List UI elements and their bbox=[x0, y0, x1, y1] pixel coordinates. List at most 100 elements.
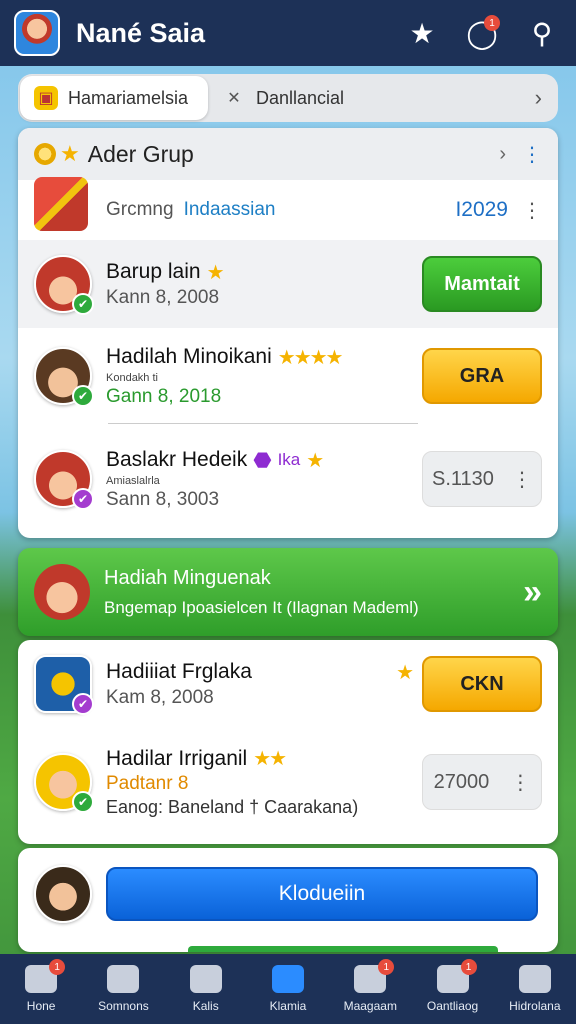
promo-banner[interactable]: Hadiah Minguenak Bngemap Ipoasielcen It … bbox=[18, 548, 558, 636]
more-vertical-icon[interactable]: ⋮ bbox=[522, 198, 542, 223]
list-item[interactable]: ✔ Baslakr Hedeik ⬣ Ika ★ Amiaslalrla San… bbox=[18, 424, 558, 534]
group-card-title: Ader Grup bbox=[87, 140, 194, 167]
primary-button[interactable]: Klodueiin bbox=[106, 867, 538, 921]
more-vertical-icon[interactable]: ⋮ bbox=[510, 770, 530, 795]
tab-danllancial[interactable]: ✕ Danllancial bbox=[208, 76, 358, 120]
promo-value: I2029 bbox=[455, 198, 508, 221]
nav-label: Maagaam bbox=[343, 999, 397, 1013]
nav-item-somnons[interactable]: Somnons bbox=[85, 965, 161, 1013]
row-value: 27000 bbox=[433, 770, 490, 793]
top-app-bar: Nané Saia ★ ◯ 1 ⚲ bbox=[0, 0, 576, 66]
banner-title: Hadiah Minguenak bbox=[104, 566, 271, 589]
bottom-navigation: 1 Hone Somnons Kalis Klamia 1 Maagaam 1 … bbox=[0, 954, 576, 1024]
row-title: Baslakr Hedeik ⬣ Ika ★ bbox=[106, 448, 422, 473]
row-title-text: Baslakr Hedeik bbox=[106, 448, 248, 471]
notification-badge: 1 bbox=[484, 15, 500, 31]
row-value: S.1130 bbox=[432, 467, 494, 490]
avatar: ✔ bbox=[34, 753, 94, 813]
avatar: ✔ bbox=[34, 347, 94, 407]
search-icon[interactable]: ⚲ bbox=[522, 13, 562, 53]
nav-label: Somnons bbox=[98, 999, 149, 1013]
nav-item-hidrolana[interactable]: Hidrolana bbox=[497, 965, 573, 1013]
nav-badge: 1 bbox=[378, 959, 395, 975]
row-date: Sann 8, 3003 bbox=[106, 488, 220, 510]
nav-badge: 1 bbox=[460, 959, 477, 975]
check-icon: ✔ bbox=[72, 293, 94, 315]
partial-green-bar bbox=[188, 946, 498, 952]
check-icon: ✔ bbox=[72, 693, 94, 715]
star-badge-icon: ★ bbox=[306, 449, 324, 472]
action-card: Klodueiin bbox=[18, 848, 558, 952]
row-subtitle: Padtanr 8 bbox=[106, 773, 189, 794]
action-button[interactable]: CKN bbox=[422, 656, 542, 712]
action-row: Klodueiin bbox=[18, 848, 558, 940]
folder-icon: ▣ bbox=[34, 86, 58, 110]
row-subtitle: Amiaslalrla bbox=[106, 474, 160, 487]
row-text: Hadilah Minoikani ★★★★ Kondakh ti Gann 8… bbox=[106, 345, 422, 408]
row-date: Gann 8, 2018 bbox=[106, 385, 222, 407]
list-item[interactable]: ✔ Hadiiiat Frglaka ★ Kam 8, 2008 CKN bbox=[18, 640, 558, 728]
chevron-right-icon[interactable]: › bbox=[535, 85, 542, 111]
group-card-header: ★ Ader Grup › ⋮ bbox=[18, 128, 558, 180]
nav-label: Klamia bbox=[269, 999, 307, 1013]
promo-row[interactable]: Grcmng Indaassian I2029 ⋮ bbox=[18, 177, 558, 240]
avatar: ✔ bbox=[34, 655, 94, 715]
nav-label: Oantliaog bbox=[426, 999, 479, 1013]
tools-icon: ✕ bbox=[227, 90, 241, 107]
avatar: ✔ bbox=[34, 450, 94, 510]
row-text: Hadiiiat Frglaka ★ Kam 8, 2008 bbox=[106, 660, 422, 709]
row-title-text: Hadilar Irriganil bbox=[106, 746, 248, 770]
action-button[interactable]: Mamtait bbox=[422, 256, 542, 312]
action-button[interactable]: GRA bbox=[422, 348, 542, 404]
promo-label: Grcmng bbox=[106, 199, 174, 220]
gem-icon: ⬣ bbox=[253, 448, 272, 472]
star-icon: ★ bbox=[60, 141, 80, 166]
app-logo[interactable] bbox=[14, 10, 60, 56]
more-vertical-icon[interactable]: ⋮ bbox=[512, 467, 532, 492]
nav-item-klamia[interactable]: Klamia bbox=[250, 965, 326, 1013]
avatar bbox=[34, 865, 92, 923]
more-vertical-icon[interactable]: ⋮ bbox=[522, 142, 542, 167]
promo-link[interactable]: Indaassian bbox=[184, 199, 456, 221]
value-box[interactable]: 27000 ⋮ bbox=[422, 754, 542, 810]
banner-text: Hadiah Minguenak Bngemap Ipoasielcen It … bbox=[104, 567, 523, 618]
row-text: Barup lain ★ Kann 8, 2008 bbox=[106, 260, 422, 309]
profile-icon bbox=[518, 965, 551, 993]
gamepad-icon bbox=[107, 965, 140, 993]
star-icon: ★ bbox=[396, 661, 414, 684]
rating-stars: ★★★★ bbox=[277, 346, 344, 369]
row-title: Barup lain ★ bbox=[106, 260, 422, 285]
nav-label: Kalis bbox=[192, 999, 219, 1013]
chat-icon bbox=[271, 965, 304, 993]
value-box[interactable]: S.1130 ⋮ bbox=[422, 451, 542, 507]
row-title: Hadilah Minoikani ★★★★ bbox=[106, 345, 422, 370]
row-text: Baslakr Hedeik ⬣ Ika ★ Amiaslalrla Sann … bbox=[106, 448, 422, 511]
chevron-right-icon[interactable]: › bbox=[499, 143, 506, 166]
tab-label: Hamariamelsia bbox=[68, 87, 189, 108]
tab-label: Danllancial bbox=[256, 87, 345, 108]
check-icon: ✔ bbox=[72, 488, 94, 510]
list-item[interactable]: ✔ Barup lain ★ Kann 8, 2008 Mamtait bbox=[18, 240, 558, 328]
nav-item-oantliaog[interactable]: 1 Oantliaog bbox=[415, 959, 491, 1013]
avatar bbox=[34, 564, 90, 620]
gift-icon bbox=[34, 177, 88, 231]
list-card: ✔ Hadiiiat Frglaka ★ Kam 8, 2008 CKN ✔ H… bbox=[18, 640, 558, 844]
list-item[interactable]: ✔ Hadilah Minoikani ★★★★ Kondakh ti Gann… bbox=[18, 328, 558, 424]
nav-item-kalis[interactable]: Kalis bbox=[168, 965, 244, 1013]
notifications-icon[interactable]: ◯ 1 bbox=[462, 13, 502, 53]
row-title: Hadiiiat Frglaka ★ bbox=[106, 660, 422, 685]
row-title: Hadilar Irriganil ★★ bbox=[106, 746, 422, 771]
star-icon[interactable]: ★ bbox=[402, 13, 442, 53]
tab-hamariamelsia[interactable]: ▣ Hamariamelsia bbox=[20, 76, 208, 120]
row-date: Eanog: Baneland † Caarakana) bbox=[106, 797, 359, 817]
network-icon bbox=[189, 965, 222, 993]
header-actions: › ⋮ bbox=[499, 142, 542, 167]
list-item[interactable]: ✔ Hadilar Irriganil ★★ Padtanr 8 Eanog: … bbox=[18, 728, 558, 836]
star-icon: ★ bbox=[206, 261, 225, 284]
row-date: Kam 8, 2008 bbox=[106, 686, 214, 708]
nav-item-maagaam[interactable]: 1 Maagaam bbox=[332, 959, 408, 1013]
check-icon: ✔ bbox=[72, 385, 94, 407]
double-chevron-right-icon[interactable]: » bbox=[523, 573, 542, 612]
row-text: Hadilar Irriganil ★★ Padtanr 8 Eanog: Ba… bbox=[106, 746, 422, 818]
nav-item-home[interactable]: 1 Hone bbox=[3, 959, 79, 1013]
